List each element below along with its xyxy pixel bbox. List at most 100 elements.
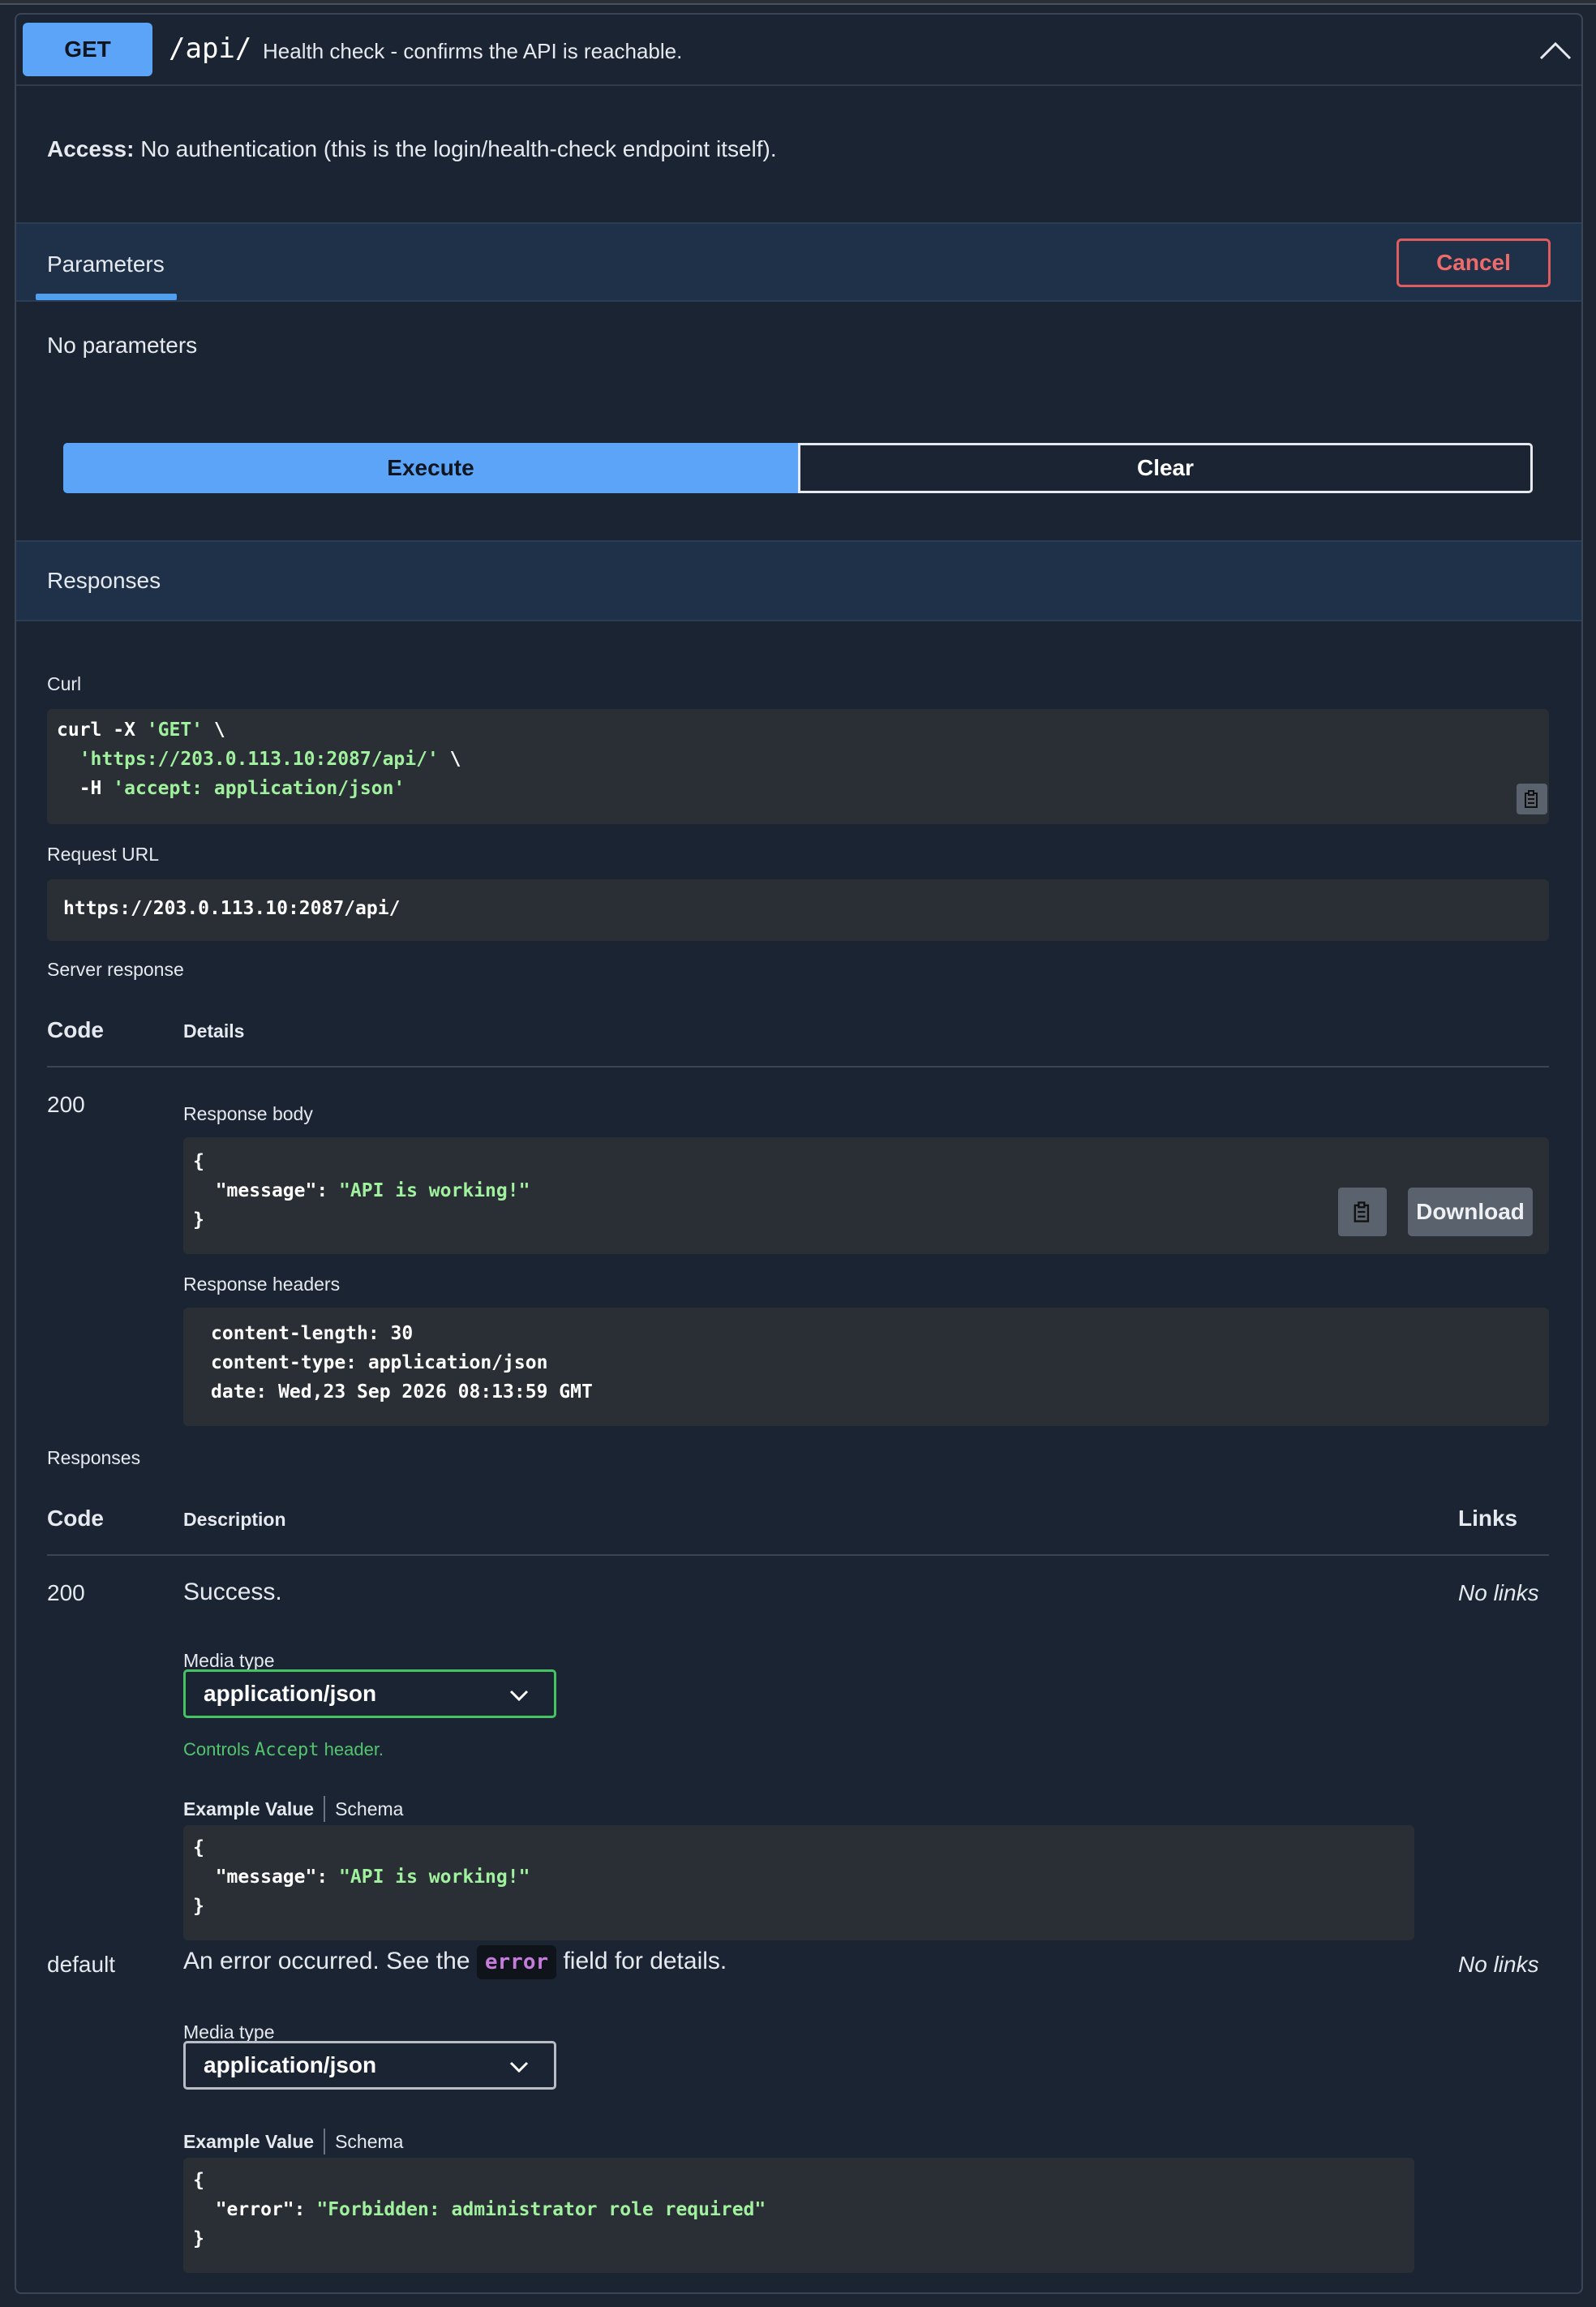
json-open: { <box>193 1837 204 1858</box>
response-code-default: default <box>47 1952 116 1977</box>
method-badge: GET <box>23 23 152 76</box>
json-value: "Forbidden: administrator role required" <box>316 2199 766 2220</box>
json-colon: : <box>316 1867 340 1888</box>
cancel-button[interactable]: Cancel <box>1396 238 1551 287</box>
example-json: { "error": "Forbidden: administrator rol… <box>193 2166 766 2253</box>
media-type-label: Media type <box>183 1650 275 1671</box>
curl-code-block: curl -X 'GET' \ 'https://203.0.113.10:20… <box>47 709 1549 824</box>
media-type-select[interactable]: application/json <box>183 1669 556 1718</box>
media-type-value: application/json <box>204 2052 377 2077</box>
tab-separator <box>324 2129 326 2154</box>
json-key: "error" <box>215 2199 294 2220</box>
controls-accept-note: Controls Accept header. <box>183 1739 384 1760</box>
header-content-length: content-length: 30 <box>211 1323 414 1344</box>
json-open: { <box>193 2170 204 2191</box>
example-schema-tabs: Example Value Schema <box>183 1796 403 1822</box>
server-response-label: Server response <box>47 959 184 980</box>
endpoint-summary: Health check - confirms the API is reach… <box>263 39 683 63</box>
chevron-up-icon[interactable] <box>1538 36 1573 65</box>
server-col-details: Details <box>183 1020 245 1042</box>
response-headers-block: content-length: 30 content-type: applica… <box>183 1308 1549 1426</box>
response-description-200: Success. <box>183 1579 282 1605</box>
response-links-200: No links <box>1458 1580 1539 1605</box>
controls-post: header. <box>319 1739 384 1759</box>
no-parameters-text: No parameters <box>47 333 198 358</box>
description-post: field for details. <box>556 1947 727 1974</box>
json-colon: : <box>294 2199 317 2220</box>
curl-label: Curl <box>47 673 82 694</box>
response-code-200: 200 <box>47 1580 85 1605</box>
tab-parameters[interactable]: Parameters <box>47 251 165 277</box>
curl-line3-flag: -H <box>57 778 114 799</box>
media-type-value: application/json <box>204 1681 377 1706</box>
responses-col-links: Links <box>1458 1506 1518 1531</box>
responses-title: Responses <box>47 568 161 593</box>
curl-line2-url: 'https://203.0.113.10:2087/api/' <box>79 749 439 770</box>
tab-active-indicator <box>36 294 177 300</box>
curl-line1-method: 'GET' <box>146 720 204 741</box>
header-content-type: content-type: application/json <box>211 1352 548 1373</box>
description-pre: An error occurred. See the <box>183 1947 477 1974</box>
json-value: "API is working!" <box>339 1867 530 1888</box>
curl-line2-tail: \ <box>438 749 461 770</box>
response-body-label: Response body <box>183 1103 313 1124</box>
execute-button[interactable]: Execute <box>63 443 798 493</box>
endpoint-path: /api/ <box>169 32 252 65</box>
responses-col-description: Description <box>183 1509 286 1530</box>
json-close: } <box>193 2228 204 2249</box>
media-type-label: Media type <box>183 2021 275 2043</box>
response-description-default: An error occurred. See the error field f… <box>183 1945 727 1979</box>
tab-example-value[interactable]: Example Value <box>183 2131 314 2153</box>
copy-icon[interactable] <box>1338 1188 1387 1236</box>
tab-schema[interactable]: Schema <box>335 2131 403 2153</box>
json-value: "API is working!" <box>339 1180 530 1201</box>
response-links-default: No links <box>1458 1952 1539 1977</box>
json-colon: : <box>316 1180 340 1201</box>
request-url-label: Request URL <box>47 844 160 865</box>
server-col-code: Code <box>47 1017 104 1042</box>
access-text: No authentication (this is the login/hea… <box>140 136 777 161</box>
response-headers-text: content-length: 30 content-type: applica… <box>211 1319 593 1407</box>
server-response-code: 200 <box>47 1092 85 1117</box>
tab-schema[interactable]: Schema <box>335 1798 403 1820</box>
controls-code: Accept <box>255 1740 320 1760</box>
description-code: error <box>476 1945 557 1979</box>
curl-line1-tail: \ <box>203 720 225 741</box>
example-value-block: { "error": "Forbidden: administrator rol… <box>183 2158 1414 2273</box>
copy-icon[interactable] <box>1517 784 1547 814</box>
media-type-select[interactable]: application/json <box>183 2041 556 2090</box>
json-key: "message" <box>215 1180 317 1201</box>
curl-command: curl -X 'GET' \ 'https://203.0.113.10:20… <box>57 715 461 803</box>
operation-block: GET /api/ Health check - confirms the AP… <box>15 13 1583 2294</box>
request-url-value: https://203.0.113.10:2087/api/ <box>63 898 401 919</box>
clear-button[interactable]: Clear <box>798 443 1533 493</box>
response-body-block: { "message": "API is working!" } Downloa… <box>183 1137 1549 1254</box>
divider <box>47 1554 1549 1556</box>
responses-label: Responses <box>47 1447 141 1468</box>
chevron-down-icon <box>509 1690 529 1702</box>
responses-header: Responses <box>16 540 1581 621</box>
json-key: "message" <box>215 1867 317 1888</box>
tab-separator <box>324 1796 326 1822</box>
example-json: { "message": "API is working!" } <box>193 1833 530 1921</box>
access-label: Access: <box>47 136 135 161</box>
parameters-header: Parameters Cancel <box>16 222 1581 302</box>
response-body-json: { "message": "API is working!" } <box>193 1147 530 1235</box>
download-button[interactable]: Download <box>1408 1188 1533 1236</box>
json-close: } <box>193 1209 204 1231</box>
divider <box>47 1066 1549 1068</box>
chevron-down-icon <box>509 2061 529 2073</box>
curl-line1-cmd: curl -X <box>57 720 147 741</box>
curl-line3-header: 'accept: application/json' <box>113 778 405 799</box>
header-date: date: Wed,23 Sep 2026 08:13:59 GMT <box>211 1381 593 1403</box>
controls-pre: Controls <box>183 1739 255 1759</box>
access-note: Access: No authentication (this is the l… <box>47 136 777 162</box>
top-divider <box>0 0 1596 5</box>
operation-summary[interactable]: GET /api/ Health check - confirms the AP… <box>16 15 1581 86</box>
example-schema-tabs: Example Value Schema <box>183 2129 403 2154</box>
example-value-block: { "message": "API is working!" } <box>183 1825 1414 1940</box>
json-open: { <box>193 1151 204 1172</box>
json-close: } <box>193 1896 204 1917</box>
tab-example-value[interactable]: Example Value <box>183 1798 314 1820</box>
responses-col-code: Code <box>47 1506 104 1531</box>
